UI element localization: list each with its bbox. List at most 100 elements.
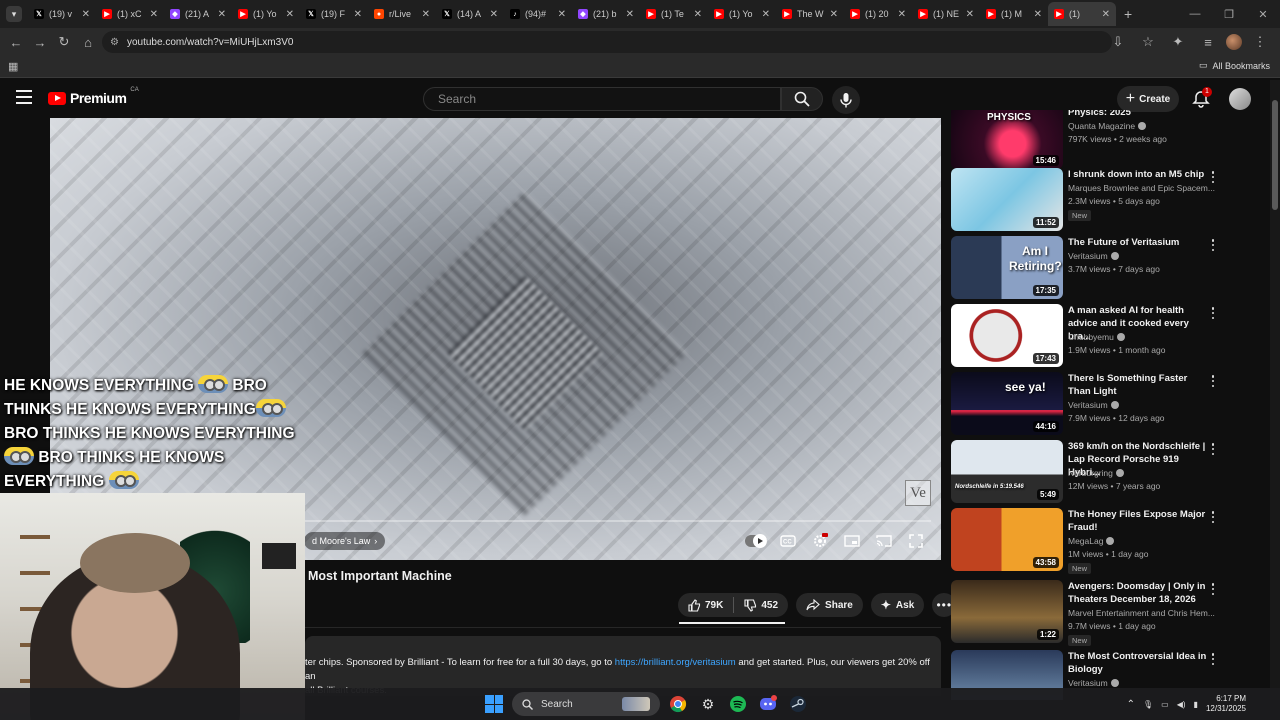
- browser-tab[interactable]: ▶ (1) ✕: [1048, 2, 1116, 26]
- close-tab-icon[interactable]: ✕: [898, 9, 906, 20]
- veritasium-watermark[interactable]: Ve: [905, 480, 931, 506]
- recommendation-item[interactable]: Nordschleife in 5:19.546 5:49 369 km/h on …: [951, 440, 1221, 506]
- recommendation-item[interactable]: PHYSICS 15:46 Physics: 2025 Quanta Magazine…: [951, 110, 1221, 176]
- more-vertical-icon[interactable]: [1209, 582, 1217, 596]
- discord-taskbar-app[interactable]: [756, 692, 780, 716]
- video-thumbnail[interactable]: Nordschleife in 5:19.546 5:49: [951, 440, 1063, 503]
- youtube-premium-logo[interactable]: Premium CA: [48, 87, 139, 106]
- clock[interactable]: 6:17 PM 12/31/2025: [1206, 694, 1246, 714]
- recommendation-title[interactable]: Physics: 2025: [1068, 110, 1208, 119]
- tab-search-button[interactable]: ▾: [6, 6, 22, 22]
- account-avatar[interactable]: [1229, 88, 1251, 110]
- recommendation-item[interactable]: 1:22 Avengers: Doomsday | Only in Theater…: [951, 580, 1221, 646]
- browser-menu-icon[interactable]: ⋮: [1248, 30, 1272, 54]
- more-vertical-icon[interactable]: [1209, 238, 1217, 252]
- close-tab-icon[interactable]: ✕: [286, 9, 294, 20]
- video-thumbnail[interactable]: 1:22: [951, 580, 1063, 643]
- browser-tab[interactable]: 𝕏 (14) A ✕: [436, 2, 504, 26]
- close-tab-icon[interactable]: ✕: [626, 9, 634, 20]
- settings-button[interactable]: [809, 532, 831, 550]
- subtitles-button[interactable]: CC: [777, 532, 799, 550]
- settings-taskbar-app[interactable]: ⚙: [696, 692, 720, 716]
- apps-grid-icon[interactable]: ▦: [8, 60, 20, 73]
- address-bar[interactable]: ⚙ youtube.com/watch?v=MiUHjLxm3V0: [102, 31, 1112, 53]
- chevron-up-icon[interactable]: ⌃: [1127, 699, 1135, 710]
- progress-bar[interactable]: [305, 520, 931, 522]
- close-tab-icon[interactable]: ✕: [354, 9, 362, 20]
- more-vertical-icon[interactable]: [1209, 170, 1217, 184]
- close-tab-icon[interactable]: ✕: [694, 9, 702, 20]
- video-thumbnail[interactable]: see ya! 44:16: [951, 372, 1063, 435]
- close-tab-icon[interactable]: ✕: [966, 9, 974, 20]
- video-thumbnail[interactable]: Am I Retiring? 17:35: [951, 236, 1063, 299]
- more-vertical-icon[interactable]: [1209, 374, 1217, 388]
- share-button[interactable]: Share: [796, 593, 863, 617]
- like-button[interactable]: 79K: [678, 593, 733, 617]
- autoplay-toggle[interactable]: [745, 532, 767, 550]
- browser-tab[interactable]: ● r/Live ✕: [368, 2, 436, 26]
- recommendation-title[interactable]: The Honey Files Expose Major Fraud!: [1068, 508, 1208, 534]
- browser-tab[interactable]: ▶ (1) M ✕: [980, 2, 1048, 26]
- microphone-tray-icon[interactable]: 🎙: [1143, 700, 1153, 709]
- spotify-taskbar-app[interactable]: [726, 692, 750, 716]
- channel-name[interactable]: Nürburgring: [1068, 468, 1218, 478]
- close-tab-icon[interactable]: ✕: [422, 9, 430, 20]
- channel-name[interactable]: Veritasium: [1068, 251, 1218, 261]
- close-tab-icon[interactable]: ✕: [218, 9, 226, 20]
- channel-name[interactable]: Veritasium: [1068, 400, 1218, 410]
- close-tab-icon[interactable]: ✕: [762, 9, 770, 20]
- battery-icon[interactable]: ▮: [1194, 700, 1198, 709]
- browser-tab[interactable]: ▶ (1) Yo ✕: [232, 2, 300, 26]
- recommendation-title[interactable]: I shrunk down into an M5 chip: [1068, 168, 1208, 181]
- media-controls-icon[interactable]: ≡: [1196, 30, 1220, 54]
- dislike-button[interactable]: 452: [734, 593, 788, 617]
- browser-tab[interactable]: 𝕏 (19) F ✕: [300, 2, 368, 26]
- back-button[interactable]: ←: [4, 30, 28, 54]
- recommendation-item[interactable]: Am I Retiring? 17:35 The Future of Veritas…: [951, 236, 1221, 302]
- miniplayer-button[interactable]: [841, 532, 863, 550]
- recommendation-item[interactable]: see ya! 44:16 There Is Something Faster Th…: [951, 372, 1221, 438]
- guide-menu-icon[interactable]: [16, 90, 32, 104]
- more-vertical-icon[interactable]: [1209, 442, 1217, 456]
- maximize-button[interactable]: ❐: [1212, 8, 1246, 21]
- chrome-taskbar-app[interactable]: [666, 692, 690, 716]
- extensions-icon[interactable]: ✦: [1166, 30, 1190, 54]
- browser-tab[interactable]: ♪ (94)# ✕: [504, 2, 572, 26]
- browser-tab[interactable]: ▶ (1) 20 ✕: [844, 2, 912, 26]
- page-scrollbar[interactable]: [1270, 80, 1280, 700]
- cast-button[interactable]: [873, 532, 895, 550]
- channel-name[interactable]: MegaLag: [1068, 536, 1218, 546]
- close-tab-icon[interactable]: ✕: [150, 9, 158, 20]
- bookmark-star-icon[interactable]: ☆: [1136, 30, 1160, 54]
- video-thumbnail[interactable]: PHYSICS 15:46: [951, 110, 1063, 169]
- all-bookmarks-button[interactable]: ▭ All Bookmarks: [1199, 60, 1270, 71]
- browser-tab[interactable]: ◆ (21) b ✕: [572, 2, 640, 26]
- profile-avatar[interactable]: [1226, 34, 1242, 50]
- new-tab-button[interactable]: +: [1124, 6, 1132, 22]
- close-tab-icon[interactable]: ✕: [1034, 9, 1042, 20]
- channel-name[interactable]: Chubbyemu: [1068, 332, 1218, 342]
- volume-icon[interactable]: ◀): [1177, 700, 1186, 709]
- reload-button[interactable]: ↻: [52, 30, 76, 54]
- close-tab-icon[interactable]: ✕: [1102, 9, 1110, 20]
- site-info-icon[interactable]: ⚙: [110, 37, 119, 48]
- recommendation-item[interactable]: 17:43 A man asked AI for health advice an…: [951, 304, 1221, 370]
- channel-name[interactable]: Quanta Magazine: [1068, 121, 1218, 131]
- fullscreen-button[interactable]: [905, 532, 927, 550]
- more-vertical-icon[interactable]: [1209, 306, 1217, 320]
- browser-tab[interactable]: 𝕏 (19) v ✕: [28, 2, 96, 26]
- voice-search-button[interactable]: [832, 86, 860, 114]
- recommendation-item[interactable]: 43:58 The Honey Files Expose Major Fraud!…: [951, 508, 1221, 574]
- chapter-button[interactable]: d Moore's Law ›: [304, 532, 386, 550]
- more-vertical-icon[interactable]: [1209, 652, 1217, 666]
- recommendation-item[interactable]: 11:52 I shrunk down into an M5 chip Marque…: [951, 168, 1221, 234]
- minimize-button[interactable]: —: [1178, 8, 1212, 20]
- browser-tab[interactable]: ▶ (1) Yo ✕: [708, 2, 776, 26]
- taskbar-search[interactable]: Search: [512, 692, 660, 716]
- description-link[interactable]: https://brilliant.org/veritasium: [615, 657, 736, 668]
- install-app-icon[interactable]: ⇩: [1106, 30, 1130, 54]
- browser-tab[interactable]: ▶ (1) Te ✕: [640, 2, 708, 26]
- browser-tab[interactable]: ▶ The W ✕: [776, 2, 844, 26]
- recommendation-title[interactable]: The Most Controversial Idea in Biology: [1068, 650, 1208, 676]
- ask-button[interactable]: ✦ Ask: [870, 593, 925, 617]
